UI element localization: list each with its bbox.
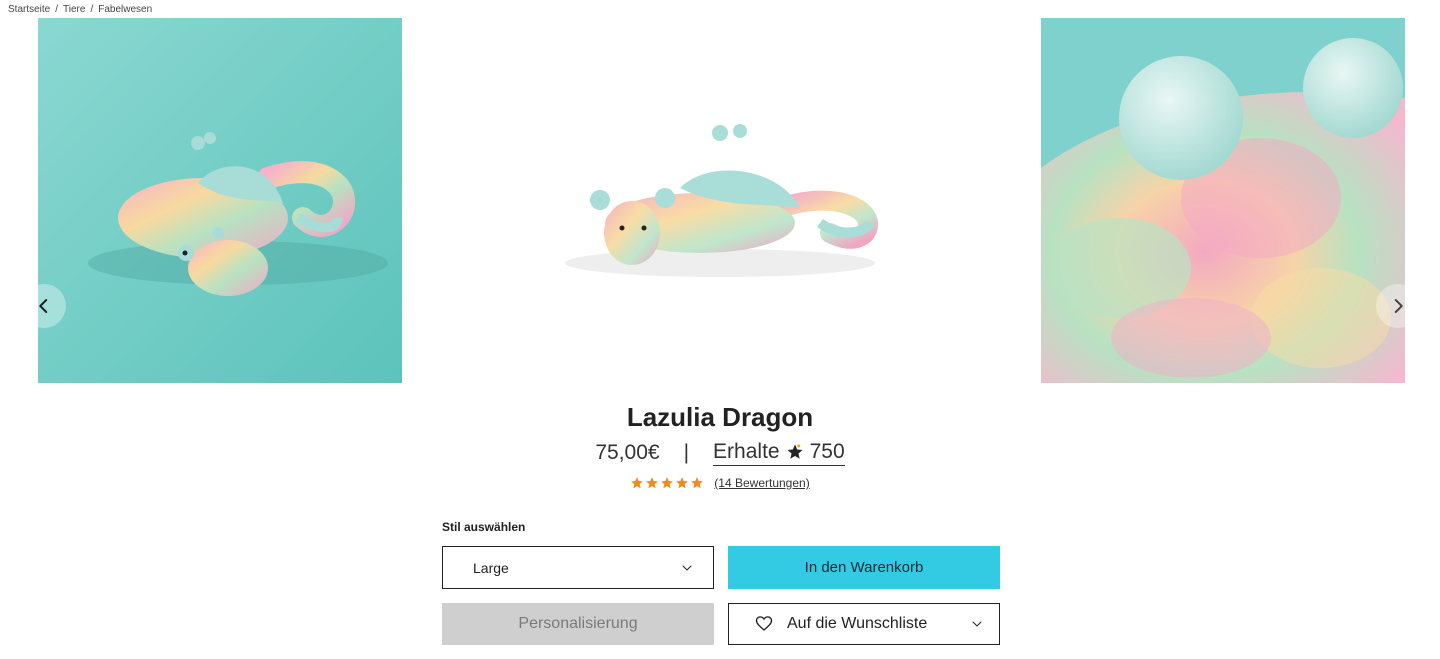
product-price: 75,00€: [595, 441, 660, 464]
style-select[interactable]: Large: [442, 546, 714, 589]
rating-stars: [630, 476, 704, 490]
breadcrumb-separator: /: [90, 4, 94, 15]
star-icon: [691, 477, 704, 489]
gallery-prev-button[interactable]: [22, 284, 66, 328]
style-select-value: Large: [473, 559, 509, 576]
dragon-teal-photo: [38, 18, 402, 383]
gallery-image-dragon-teal[interactable]: [38, 18, 402, 383]
star-icon: [676, 477, 689, 489]
breadcrumb-separator: /: [55, 4, 59, 15]
reward-star-icon: [787, 444, 803, 459]
wishlist-label: Auf die Wunschliste: [787, 615, 928, 632]
product-gallery: [0, 18, 1440, 383]
breadcrumb: Startseite / Tiere / Fabelwesen: [8, 4, 152, 15]
breadcrumb-home[interactable]: Startseite: [8, 4, 50, 15]
chevron-down-icon: [682, 565, 692, 570]
reward-points-link[interactable]: Erhalte 750: [713, 440, 845, 466]
dragon-white-photo: [540, 18, 904, 383]
chevron-right-icon: [1394, 299, 1403, 313]
add-to-cart-button[interactable]: In den Warenkorb: [728, 546, 1000, 589]
add-to-wishlist-button[interactable]: Auf die Wunschliste: [728, 603, 1000, 645]
star-icon: [631, 477, 644, 489]
reviews-link[interactable]: (14 Bewertungen): [714, 476, 809, 490]
price-row: 75,00€ | Erhalte 750: [0, 440, 1440, 466]
gallery-image-fur-closeup[interactable]: [1041, 18, 1405, 383]
breadcrumb-animals[interactable]: Tiere: [63, 4, 85, 15]
chevron-down-icon[interactable]: [971, 618, 983, 630]
personalize-button: Personalisierung: [442, 603, 714, 645]
gallery-image-dragon-white[interactable]: [540, 18, 904, 383]
heart-icon: [755, 616, 773, 631]
price-divider: |: [683, 441, 690, 464]
reward-label: Erhalte: [713, 440, 780, 463]
breadcrumb-mythical[interactable]: Fabelwesen: [98, 4, 152, 15]
star-icon: [661, 477, 674, 489]
reward-points: 750: [809, 440, 845, 463]
gallery-next-button[interactable]: [1376, 284, 1420, 328]
style-select-label: Stil auswählen: [442, 520, 526, 534]
fur-closeup-photo: [1041, 18, 1405, 383]
product-page: Startseite / Tiere / Fabelwesen Lazulia …: [0, 0, 1440, 659]
chevron-left-icon: [39, 299, 48, 313]
product-title: Lazulia Dragon: [626, 402, 814, 432]
rating-row: (14 Bewertungen): [0, 476, 1440, 490]
star-icon: [646, 477, 659, 489]
